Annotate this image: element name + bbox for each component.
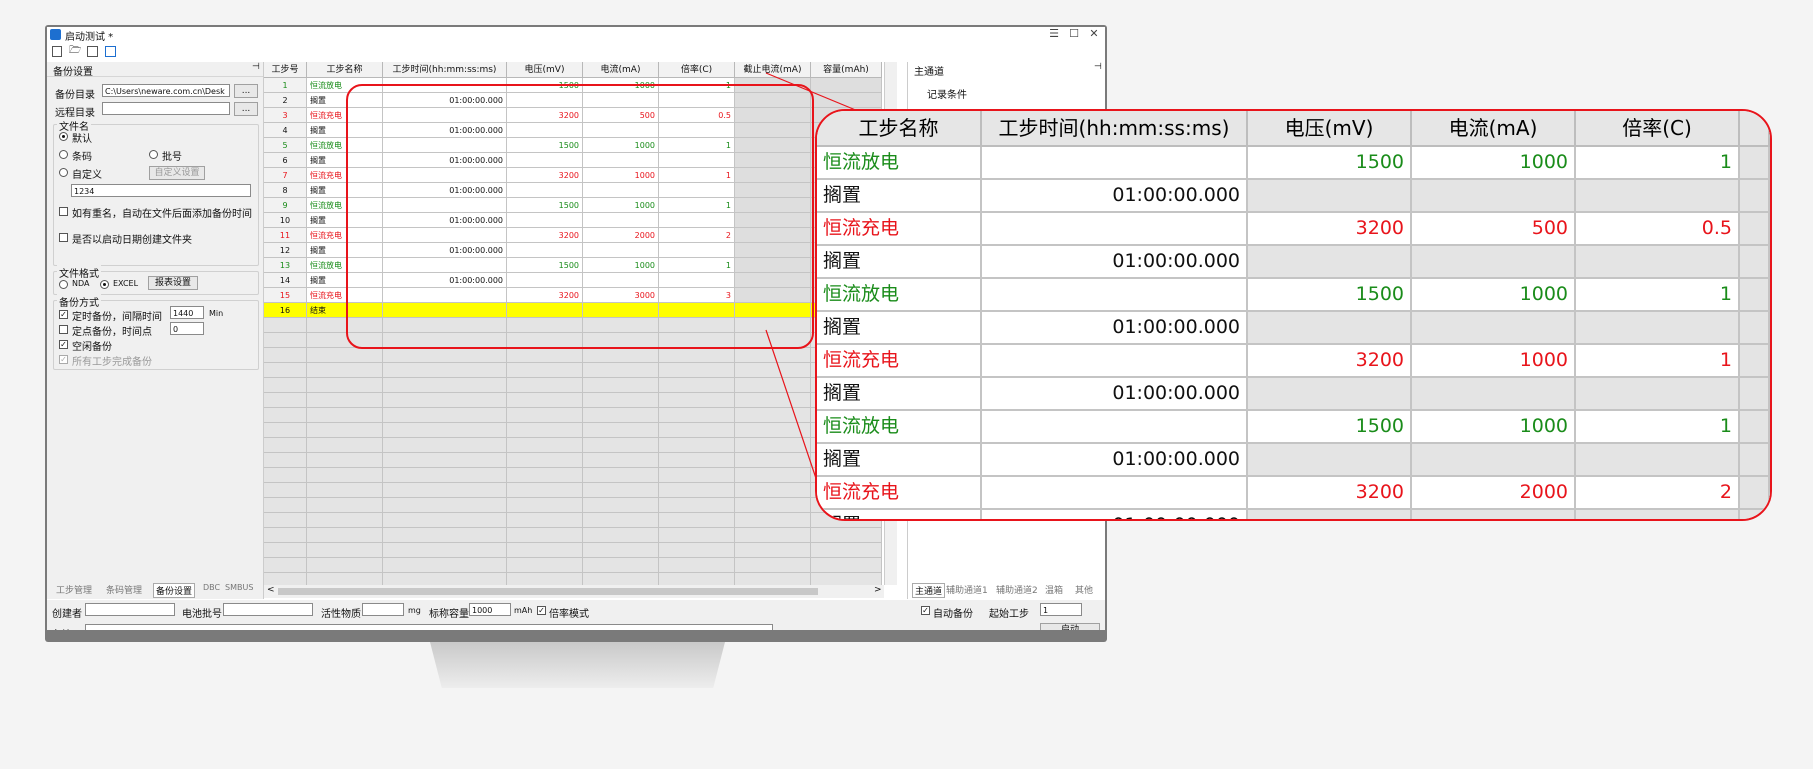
zoom-cell: 1500	[1248, 279, 1412, 312]
zoom-cell: 2	[1576, 477, 1740, 510]
zoom-cell: 1	[1576, 279, 1740, 312]
zoom-cell	[1740, 147, 1770, 180]
zoom-cell: 01:00:00.000	[982, 510, 1248, 519]
zoom-cell	[1740, 213, 1770, 246]
zoom-column-header: 电压(mV)	[1248, 111, 1412, 147]
zoom-cell: 3200	[1248, 345, 1412, 378]
zoom-cell	[1412, 510, 1576, 519]
zoom-cell	[1576, 510, 1740, 519]
zoom-cell	[1248, 180, 1412, 213]
zoom-column-header: 电流(mA)	[1412, 111, 1576, 147]
zoom-cell: 01:00:00.000	[982, 378, 1248, 411]
zoom-cell: 2000	[1412, 477, 1576, 510]
zoom-cell	[1412, 378, 1576, 411]
zoom-cell: 恒流充电	[817, 213, 982, 246]
zoom-cell: 1000	[1412, 279, 1576, 312]
zoom-cell	[1740, 411, 1770, 444]
zoom-cell: 搁置	[817, 180, 982, 213]
zoom-cell: 1000	[1412, 345, 1576, 378]
zoom-cell	[1740, 312, 1770, 345]
zoom-cell: 1500	[1248, 411, 1412, 444]
zoom-grid: 工步名称 工步时间(hh:mm:ss:ms) 电压(mV) 电流(mA) 倍率(C) 恒流…	[817, 111, 1770, 519]
zoom-column-header: 倍率(C)	[1576, 111, 1740, 147]
zoom-cell	[982, 279, 1248, 312]
zoom-cell	[1740, 378, 1770, 411]
zoom-cell: 搁置	[817, 246, 982, 279]
zoom-cell: 1	[1576, 411, 1740, 444]
zoom-cell: 01:00:00.000	[982, 180, 1248, 213]
zoom-cell: 0.5	[1576, 213, 1740, 246]
zoom-cell: 3200	[1248, 213, 1412, 246]
zoom-cell	[1740, 180, 1770, 213]
zoom-cell	[1576, 312, 1740, 345]
zoom-cell	[1576, 444, 1740, 477]
zoom-cell	[1248, 312, 1412, 345]
zoom-cell: 恒流放电	[817, 279, 982, 312]
zoom-cell	[1576, 378, 1740, 411]
zoom-cell: 搁置	[817, 378, 982, 411]
zoom-cell: 1	[1576, 345, 1740, 378]
zoom-cell	[1412, 180, 1576, 213]
zoom-cell: 1500	[1248, 147, 1412, 180]
zoom-cell	[1248, 510, 1412, 519]
zoom-cell: 500	[1412, 213, 1576, 246]
zoom-cell	[1248, 378, 1412, 411]
zoom-cell: 1000	[1412, 411, 1576, 444]
zoom-callout: 工步名称 工步时间(hh:mm:ss:ms) 电压(mV) 电流(mA) 倍率(C) 恒流…	[815, 109, 1772, 521]
zoom-cell: 搁置	[817, 510, 982, 519]
zoom-column-header: 工步时间(hh:mm:ss:ms)	[982, 111, 1248, 147]
zoom-cell	[1412, 444, 1576, 477]
zoom-cell	[1740, 444, 1770, 477]
zoom-cell: 恒流放电	[817, 147, 982, 180]
zoom-cell	[982, 411, 1248, 444]
zoom-cell	[1740, 246, 1770, 279]
zoom-cell	[982, 477, 1248, 510]
zoom-cell	[1248, 444, 1412, 477]
zoom-column-header: 工步名称	[817, 111, 982, 147]
zoom-cell: 恒流放电	[817, 411, 982, 444]
zoom-cell: 恒流充电	[817, 477, 982, 510]
zoom-cell: 01:00:00.000	[982, 246, 1248, 279]
zoom-cell	[1412, 312, 1576, 345]
zoom-cell	[1576, 180, 1740, 213]
zoom-cell	[982, 213, 1248, 246]
zoom-cell: 01:00:00.000	[982, 444, 1248, 477]
zoom-cell	[1576, 246, 1740, 279]
zoom-cell: 搁置	[817, 444, 982, 477]
zoom-cell	[1740, 279, 1770, 312]
zoom-cell	[982, 147, 1248, 180]
zoom-cell	[1740, 477, 1770, 510]
connector-top	[765, 72, 859, 112]
zoom-cell: 1	[1576, 147, 1740, 180]
zoom-cell: 搁置	[817, 312, 982, 345]
zoom-cell: 1000	[1412, 147, 1576, 180]
zoom-cell: 3200	[1248, 477, 1412, 510]
zoom-column-header	[1740, 111, 1770, 147]
zoom-cell	[1248, 246, 1412, 279]
zoom-cell	[1740, 345, 1770, 378]
zoom-cell	[982, 345, 1248, 378]
zoom-cell: 恒流充电	[817, 345, 982, 378]
zoom-cell: 01:00:00.000	[982, 312, 1248, 345]
zoom-cell	[1412, 246, 1576, 279]
